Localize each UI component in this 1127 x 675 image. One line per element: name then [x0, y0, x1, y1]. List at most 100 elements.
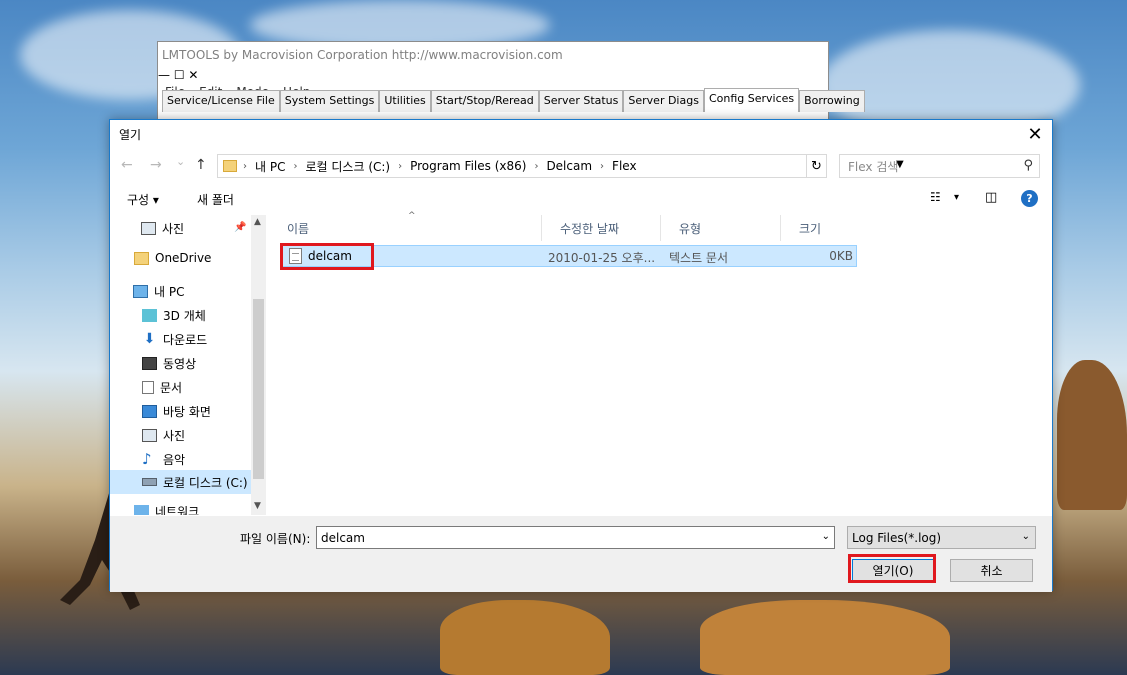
breadcrumb-flex[interactable]: Flex	[612, 159, 637, 173]
back-icon[interactable]: ←	[121, 157, 133, 173]
minimize-icon[interactable]: —	[158, 68, 170, 82]
tab-server-status[interactable]: Server Status	[538, 90, 624, 112]
breadcrumb-sep: ›	[534, 160, 539, 172]
nav-label: 사진	[162, 222, 185, 236]
search-placeholder: Flex 검색	[848, 159, 899, 174]
file-modified: 2010-01-25 오후...	[548, 251, 656, 265]
refresh-icon[interactable]: ↻	[807, 154, 827, 178]
address-row: ← → ⌄ ↑ › 내 PC › 로컬 디스크 (C:) › Program F…	[110, 153, 1052, 179]
search-input[interactable]: Flex 검색 ⚲	[839, 154, 1040, 178]
nav-label: 네트워크	[155, 505, 200, 515]
help-icon[interactable]: ?	[1021, 190, 1038, 207]
breadcrumb[interactable]: › 내 PC › 로컬 디스크 (C:) › Program Files (x8…	[217, 154, 904, 178]
nav-item-onedrive[interactable]: OneDrive	[134, 251, 211, 265]
nav-label: 동영상	[163, 357, 197, 371]
file-type: 텍스트 문서	[669, 251, 729, 265]
pictures-icon	[142, 429, 157, 442]
chevron-down-icon: ⌄	[1021, 531, 1030, 542]
onedrive-folder-icon	[134, 251, 149, 265]
nav-label: 사진	[163, 429, 186, 443]
recent-locations-icon[interactable]: ⌄	[176, 155, 185, 168]
search-icon: ⚲	[1023, 158, 1033, 173]
breadcrumb-this-pc[interactable]: 내 PC	[255, 158, 285, 175]
nav-label: 바탕 화면	[163, 405, 211, 419]
tab-start-stop-reread[interactable]: Start/Stop/Reread	[430, 90, 539, 112]
tab-config-services[interactable]: Config Services	[703, 88, 800, 112]
desktop-icon	[142, 405, 157, 418]
column-header-name[interactable]: 이름	[269, 215, 542, 241]
close-icon[interactable]: ✕	[188, 68, 198, 82]
nav-item-this-pc[interactable]: 내 PC	[133, 283, 184, 300]
pictures-icon	[141, 222, 156, 235]
nav-label: 문서	[160, 381, 183, 395]
tab-borrowing[interactable]: Borrowing	[799, 90, 865, 112]
music-icon: ♪	[142, 450, 152, 468]
nav-label: 다운로드	[163, 333, 208, 347]
tab-service-license-file[interactable]: Service/License File	[162, 90, 280, 112]
tab-system-settings[interactable]: System Settings	[279, 90, 380, 112]
column-header-modified[interactable]: 수정한 날짜	[542, 215, 661, 241]
rock-reflection	[700, 600, 950, 675]
file-size: 0KB	[829, 249, 853, 263]
dialog-toolbar: 구성 ▾ 새 폴더 ☷ ▾ ◫ ?	[110, 186, 1052, 212]
folder-icon	[223, 160, 237, 172]
column-header-size[interactable]: 크기	[781, 215, 861, 241]
breadcrumb-sep: ›	[398, 160, 403, 172]
organize-button[interactable]: 구성 ▾	[127, 191, 159, 208]
nav-item-local-disk[interactable]: 로컬 디스크 (C:)	[110, 470, 251, 494]
nav-item-3d-objects[interactable]: 3D 개체	[142, 307, 206, 324]
up-icon[interactable]: ↑	[195, 157, 207, 173]
this-pc-icon	[133, 285, 148, 298]
maximize-icon[interactable]: ☐	[174, 68, 185, 82]
network-icon	[134, 505, 149, 515]
rock-formation	[1057, 360, 1127, 510]
filter-value: Log Files(*.log)	[852, 530, 942, 545]
column-header-type[interactable]: 유형	[661, 215, 781, 241]
nav-item-videos[interactable]: 동영상	[142, 355, 196, 372]
dialog-footer: 파일 이름(N): delcam ⌄ Log Files(*.log) ⌄ 열기…	[110, 516, 1052, 592]
scroll-up-icon[interactable]: ▲	[254, 217, 261, 227]
lmtools-title: LMTOOLS by Macrovision Corporation http:…	[162, 48, 563, 62]
file-name-value: delcam	[321, 530, 365, 545]
close-icon[interactable]: ✕	[1018, 120, 1052, 148]
nav-pane-scrollbar[interactable]: ▲ ▼	[251, 215, 266, 515]
tab-server-diags[interactable]: Server Diags	[623, 90, 704, 112]
nav-item-downloads[interactable]: ⬇ 다운로드	[142, 331, 208, 348]
nav-label: 로컬 디스크 (C:)	[163, 475, 248, 490]
highlight-box	[848, 554, 936, 583]
download-icon: ⬇	[143, 331, 156, 347]
dialog-title: 열기	[119, 127, 142, 142]
breadcrumb-sep: ›	[243, 160, 247, 172]
pin-icon[interactable]: 📌	[234, 222, 246, 233]
forward-icon[interactable]: →	[150, 157, 162, 173]
chevron-down-icon[interactable]: ⌄	[822, 531, 830, 542]
tab-utilities[interactable]: Utilities	[379, 90, 431, 112]
preview-pane-icon[interactable]: ◫	[985, 190, 997, 205]
open-file-dialog: 열기 ✕ ← → ⌄ ↑ › 내 PC › 로컬 디스크 (C:) › Prog…	[109, 119, 1053, 592]
video-icon	[142, 357, 157, 370]
breadcrumb-delcam[interactable]: Delcam	[546, 159, 592, 173]
view-options-dropdown[interactable]: ▾	[954, 192, 959, 203]
nav-label: 음악	[163, 453, 186, 467]
cancel-button[interactable]: 취소	[950, 559, 1033, 582]
nav-item-network[interactable]: 네트워크	[134, 503, 199, 515]
new-folder-button[interactable]: 새 폴더	[197, 191, 234, 208]
nav-item-documents[interactable]: 문서	[142, 379, 182, 396]
file-type-filter[interactable]: Log Files(*.log) ⌄	[847, 526, 1036, 549]
view-list-icon[interactable]: ☷	[930, 190, 941, 204]
nav-item-pictures[interactable]: 사진	[142, 427, 185, 444]
3d-objects-icon	[142, 309, 157, 322]
nav-item-music[interactable]: ♪ 음악	[142, 451, 185, 468]
scroll-down-icon[interactable]: ▼	[254, 501, 261, 511]
documents-icon	[142, 381, 154, 394]
breadcrumb-program-files[interactable]: Program Files (x86)	[410, 159, 526, 173]
nav-item-desktop[interactable]: 바탕 화면	[142, 403, 211, 420]
file-name-label: 파일 이름(N):	[240, 532, 311, 546]
nav-label: 3D 개체	[163, 309, 206, 323]
file-name-field[interactable]: delcam ⌄	[316, 526, 835, 549]
scrollbar-thumb[interactable]	[253, 299, 264, 479]
nav-item-pictures-quick[interactable]: 사진	[141, 220, 184, 237]
breadcrumb-local-disk[interactable]: 로컬 디스크 (C:)	[305, 158, 390, 175]
file-list: ^ 이름 수정한 날짜 유형 크기 delcam 2010-01-25 오후..…	[269, 211, 1053, 515]
nav-label: OneDrive	[155, 251, 212, 265]
